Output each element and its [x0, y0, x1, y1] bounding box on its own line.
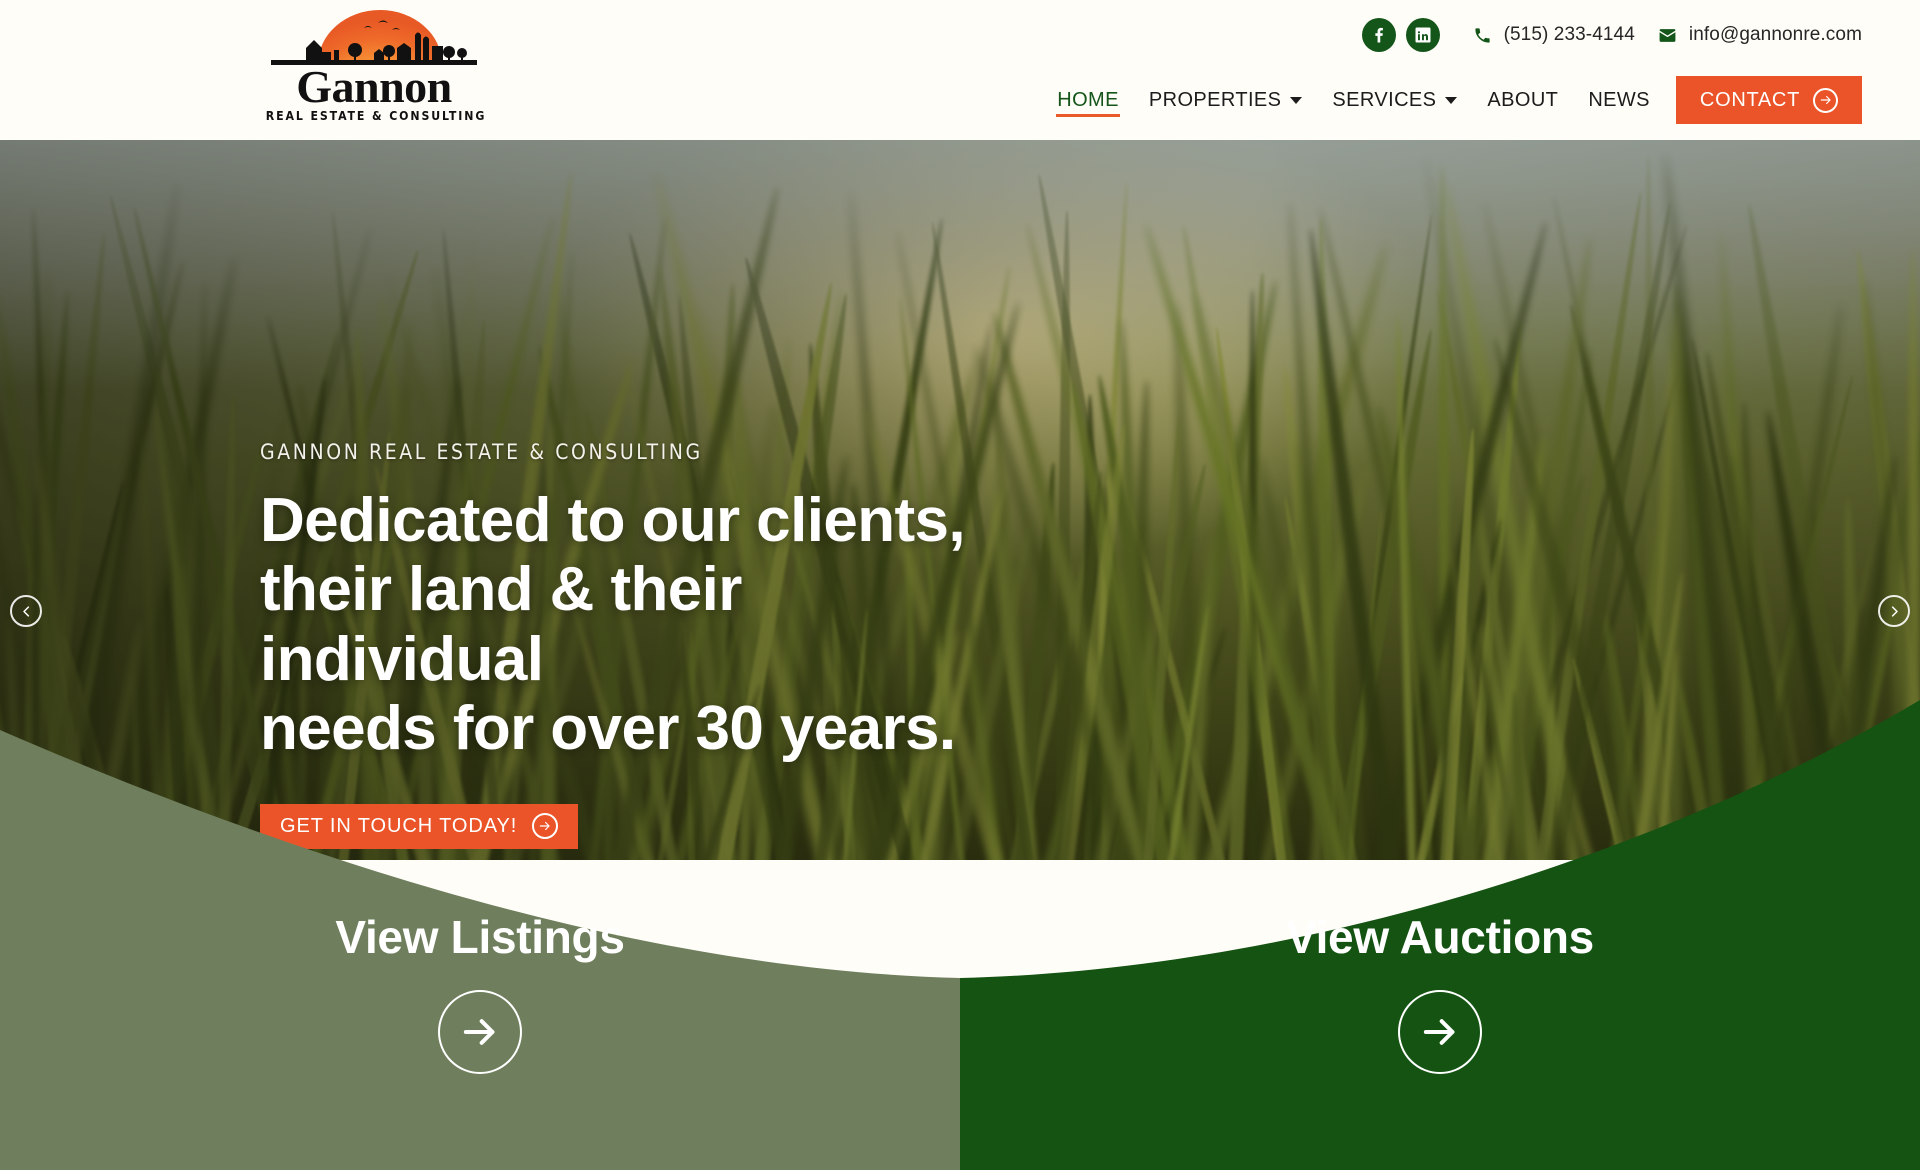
nav-label-about: ABOUT: [1487, 88, 1559, 111]
get-in-touch-button[interactable]: GET IN TOUCH TODAY!: [260, 803, 579, 849]
view-auctions-arrow-button[interactable]: [1398, 990, 1482, 1074]
email-address: info@gannonre.com: [1688, 24, 1862, 45]
main-navigation: HOME PROPERTIES SERVICES ABOUT NEWS CONT…: [1042, 76, 1862, 124]
phone-number: (515) 233-4144: [1503, 24, 1635, 45]
view-auctions-card[interactable]: View Auctions: [960, 910, 1920, 1074]
nav-label-properties: PROPERTIES: [1148, 88, 1282, 111]
envelope-icon: [1657, 24, 1679, 46]
arrow-right-icon: [1423, 1019, 1455, 1045]
carousel-prev-button[interactable]: [10, 595, 42, 627]
view-listings-card[interactable]: View Listings: [0, 910, 960, 1074]
hero-eyebrow: GANNON REAL ESTATE & CONSULTING: [260, 440, 703, 464]
phone-icon: [1472, 24, 1494, 46]
phone-link[interactable]: (515) 233-4144: [1472, 24, 1635, 46]
arrow-right-icon: [463, 1019, 495, 1045]
chevron-down-icon: [1290, 96, 1303, 104]
contact-button-label: CONTACT: [1699, 88, 1800, 111]
view-auctions-title: View Auctions: [1286, 911, 1594, 963]
nav-item-news[interactable]: NEWS: [1573, 76, 1665, 124]
nav-item-about[interactable]: ABOUT: [1472, 76, 1573, 124]
view-listings-title: View Listings: [335, 911, 625, 963]
facebook-icon[interactable]: [1361, 18, 1396, 52]
nav-item-properties[interactable]: PROPERTIES: [1134, 76, 1318, 124]
linkedin-icon[interactable]: [1405, 18, 1440, 52]
site-logo[interactable]: Gannon REAL ESTATE & CONSULTING: [258, 6, 490, 128]
nav-label-news: NEWS: [1588, 88, 1650, 111]
arrow-right-circle-icon: [532, 813, 559, 840]
chevron-down-icon: [1445, 96, 1458, 104]
get-in-touch-label: GET IN TOUCH TODAY!: [280, 814, 518, 837]
nav-item-home[interactable]: HOME: [1042, 76, 1134, 124]
svg-text:Gannon: Gannon: [296, 61, 452, 112]
site-header: Gannon REAL ESTATE & CONSULTING (515) 23…: [0, 0, 1920, 140]
top-contact-bar: (515) 233-4144 info@gannonre.com: [1361, 14, 1862, 56]
hero-headline-line2: their land & their individual: [260, 555, 742, 694]
nav-label-home: HOME: [1057, 88, 1119, 111]
chevron-left-icon: [22, 605, 29, 617]
hero-top-veil: [0, 140, 1920, 390]
hero-content: GANNON REAL ESTATE & CONSULTING Dedicate…: [260, 440, 1260, 849]
nav-label-services: SERVICES: [1332, 88, 1437, 111]
hero-headline-line1: Dedicated to our clients,: [260, 486, 966, 555]
view-listings-arrow-button[interactable]: [438, 990, 522, 1074]
hero-headline-line3: needs for over 30 years.: [260, 694, 956, 764]
chevron-right-icon: [1891, 605, 1898, 617]
contact-button[interactable]: CONTACT: [1675, 76, 1862, 124]
email-link[interactable]: info@gannonre.com: [1657, 24, 1862, 46]
arrow-right-circle-icon: [1813, 87, 1838, 113]
hero-section: GANNON REAL ESTATE & CONSULTING Dedicate…: [0, 140, 1920, 860]
nav-item-services[interactable]: SERVICES: [1317, 76, 1472, 124]
svg-text:REAL ESTATE & CONSULTING: REAL ESTATE & CONSULTING: [266, 109, 487, 123]
carousel-next-button[interactable]: [1878, 595, 1910, 627]
hero-headline: Dedicated to our clients, their land & t…: [260, 486, 1000, 764]
